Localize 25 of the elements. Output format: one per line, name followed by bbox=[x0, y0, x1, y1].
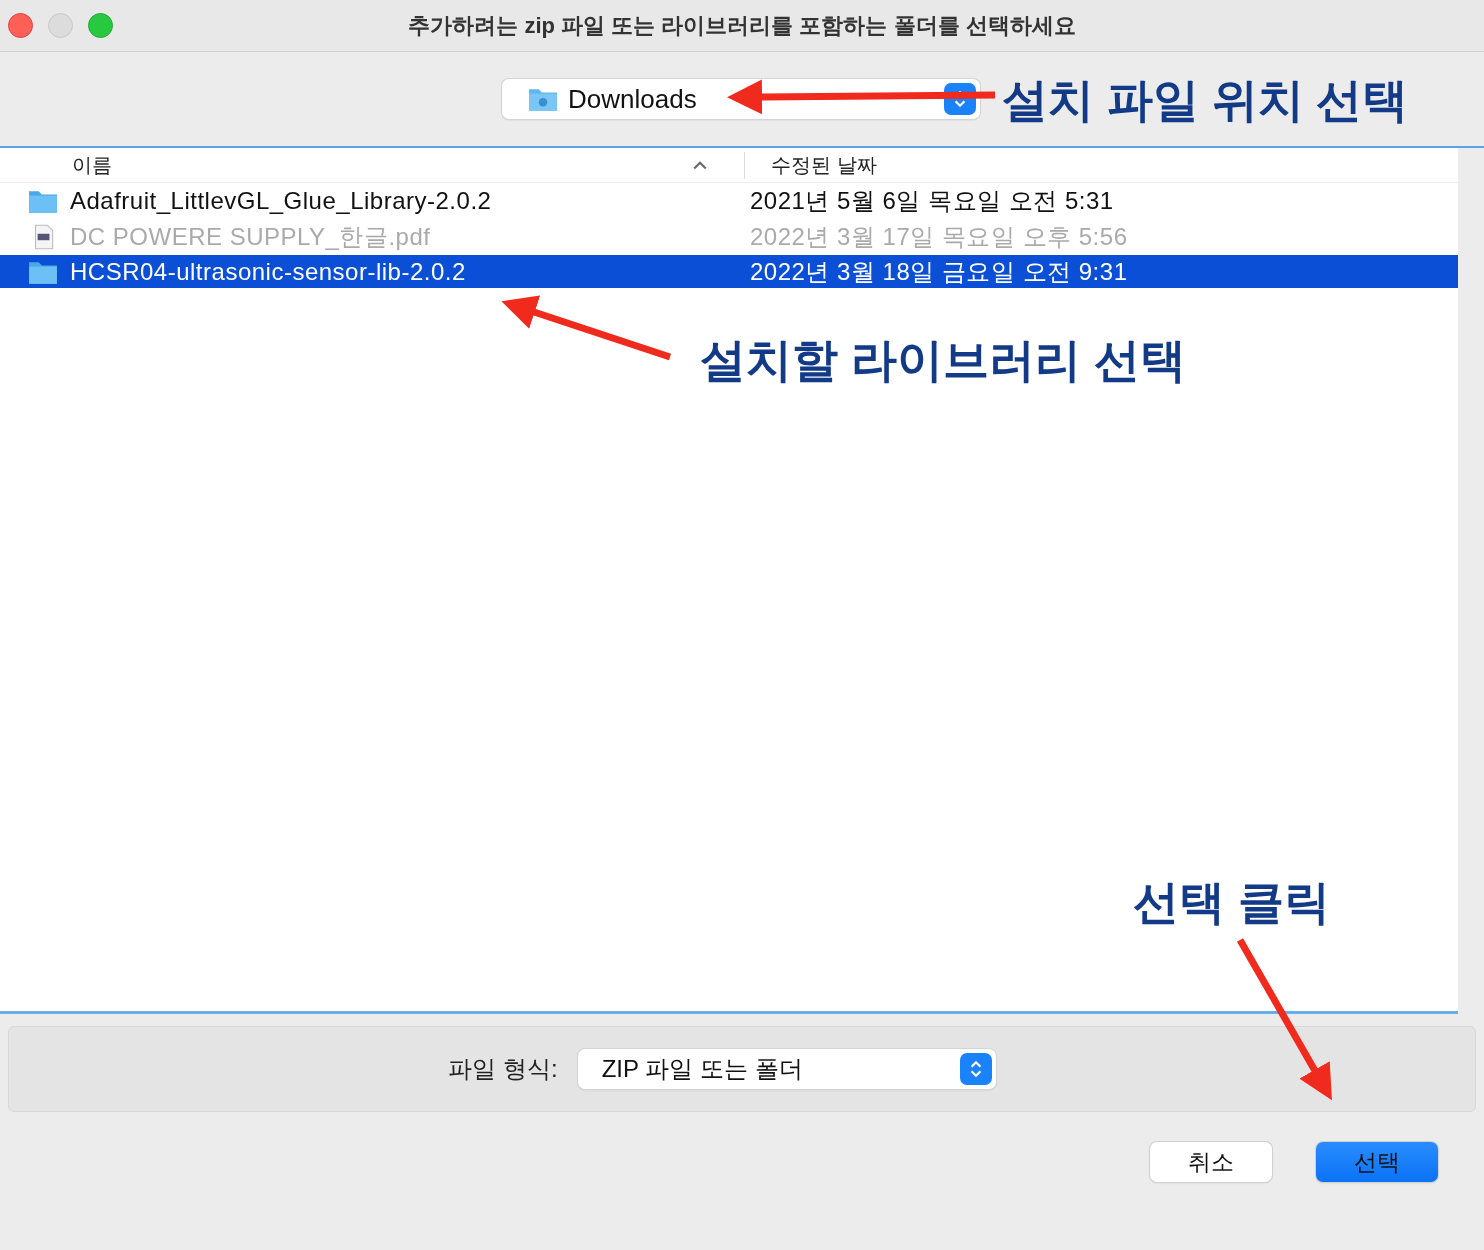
sort-chevron-icon bbox=[692, 159, 708, 171]
file-row[interactable]: HCSR04-ultrasonic-sensor-lib-2.0.2 2022년 3월 18일 금요일 오전 9:31 bbox=[0, 255, 1458, 288]
modified-date: 2021년 5월 6일 목요일 오전 5:31 bbox=[750, 186, 1114, 216]
file-format-dropdown[interactable]: ZIP 파일 또는 폴더 bbox=[577, 1049, 996, 1089]
modified-date: 2022년 3월 17일 목요일 오후 5:56 bbox=[750, 222, 1128, 252]
column-header[interactable]: 수정된 날짜 bbox=[744, 151, 877, 179]
select-button[interactable]: 선택 bbox=[1316, 1142, 1438, 1182]
file-name: Adafruit_LittlevGL_Glue_Library-2.0.2 bbox=[70, 187, 493, 215]
cancel-button[interactable]: 취소 bbox=[1150, 1142, 1272, 1182]
minimize-button[interactable] bbox=[48, 13, 73, 38]
file-row[interactable]: Adafruit_LittlevGL_Glue_Library-2.0.2 2021년 5월 6일 목요일 오전 5:31 bbox=[0, 183, 1458, 219]
annotation-text: 선택 클릭 bbox=[1133, 875, 1330, 930]
modified-date: 2022년 3월 18일 금요일 오전 9:31 bbox=[750, 256, 1128, 287]
file-name: HCSR04-ultrasonic-sensor-lib-2.0.2 bbox=[70, 257, 467, 286]
annotation-text: 설치 파일 위치 선택 bbox=[1002, 73, 1409, 128]
column-header[interactable]: 이름 bbox=[72, 151, 692, 179]
folder-icon bbox=[28, 188, 58, 214]
close-button[interactable] bbox=[8, 13, 33, 38]
file-name: DC POWERE SUPPLY_한글.pdf bbox=[70, 222, 432, 252]
zoom-button[interactable] bbox=[88, 13, 113, 38]
window-title: 추가하려는 zip 파일 또는 라이브러리를 포함하는 폴더를 선택하세요 bbox=[408, 11, 1076, 40]
stepper-icon bbox=[959, 1053, 992, 1085]
file-format-label: 파일 형식: bbox=[448, 1054, 558, 1084]
download-folder-icon bbox=[528, 86, 558, 112]
annotation-text: 설치할 라이브러리 선택 bbox=[700, 333, 1186, 388]
